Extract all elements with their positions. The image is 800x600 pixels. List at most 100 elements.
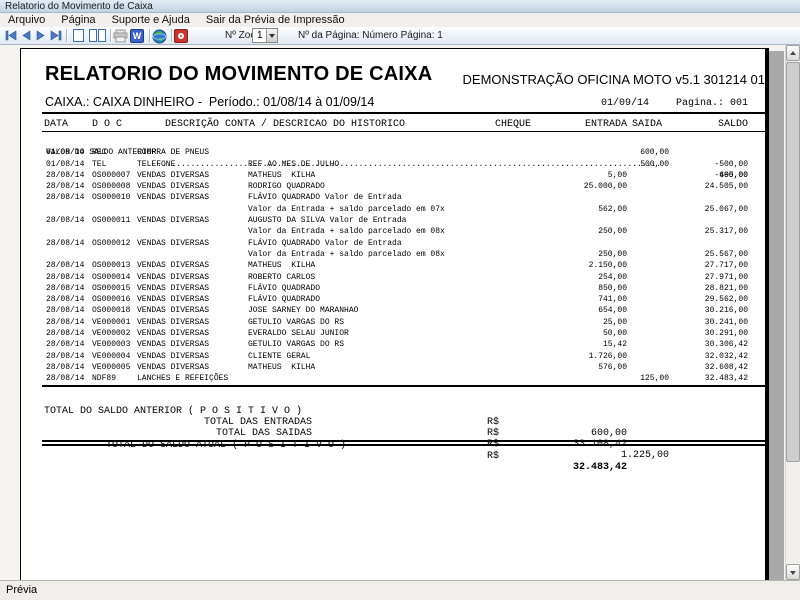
cell-saldo: 30.216,00 <box>642 305 748 316</box>
toolbar-separator <box>149 29 150 42</box>
cell-saldo: -500,00 <box>642 159 748 170</box>
single-page-view-button[interactable] <box>72 29 87 42</box>
cell-saldo: 28.821,00 <box>642 283 748 294</box>
two-page-view-button[interactable] <box>89 29 107 42</box>
cell-conta: VENDAS DIVERSAS <box>137 351 209 362</box>
zoom-dropdown-button[interactable] <box>266 29 277 42</box>
scroll-up-icon <box>790 51 796 55</box>
currency: R$ <box>487 451 499 462</box>
cell-date: 28/08/14 <box>46 373 84 384</box>
cell-saldo: 27.971,00 <box>642 272 748 283</box>
cell-doc: OS000010 <box>92 192 130 203</box>
cell-date: 01/08/14 <box>46 147 84 158</box>
divider <box>42 112 768 114</box>
web-button[interactable] <box>152 29 167 42</box>
report-row: 28/08/14NDF89LANCHES E REFEIÇÕES125,0032… <box>21 373 765 384</box>
toolbar: W Nº Zoom 1 Nº da Página: Número Página:… <box>0 27 800 45</box>
cell-entrada: 250,00 <box>521 226 627 237</box>
cell-saldo: 32.032,42 <box>642 351 748 362</box>
next-page-button[interactable] <box>34 29 49 42</box>
cell-doc: OS000011 <box>92 215 130 226</box>
cell-date: 28/08/14 <box>46 339 84 350</box>
divider <box>42 385 768 387</box>
cell-saldo: 29.562,00 <box>642 294 748 305</box>
cell-date: 28/08/14 <box>46 294 84 305</box>
cell-historico-2: Valor da Entrada + saldo parcelado em 07… <box>248 204 445 215</box>
close-preview-button[interactable] <box>174 29 188 43</box>
cell-conta: VENDAS DIVERSAS <box>137 362 209 373</box>
cell-conta: VENDAS DIVERSAS <box>137 328 209 339</box>
cell-entrada: 15,42 <box>521 339 627 350</box>
cell-historico: ROBERTO CARLOS <box>248 272 315 283</box>
cell-historico: REF AO MES DE JULHO <box>248 159 339 170</box>
report-row: 28/08/14OS000014VENDAS DIVERSASROBERTO C… <box>21 272 765 283</box>
cell-saldo: 30.241,00 <box>642 317 748 328</box>
cell-historico: MATHEUS KILHA <box>248 170 315 181</box>
two-page-icon <box>89 29 97 42</box>
scroll-up-button[interactable] <box>786 45 800 61</box>
menu-pagina[interactable]: Página <box>53 13 103 27</box>
cell-historico: GETULIO VARGAS DO RS <box>248 317 344 328</box>
print-button[interactable] <box>113 29 128 42</box>
cell-conta: VENDAS DIVERSAS <box>137 317 209 328</box>
cell-doc: OS000012 <box>92 238 130 249</box>
cell-conta: LANCHES E REFEIÇÕES <box>137 373 228 384</box>
divider <box>42 440 768 442</box>
scroll-down-icon <box>790 571 796 575</box>
report-row: 28/08/14OS000018VENDAS DIVERSASJOSE SARN… <box>21 305 765 316</box>
cell-doc: TEL <box>92 159 106 170</box>
cell-historico-2: Valor da Entrada + saldo parcelado em 08… <box>248 249 445 260</box>
menu-suporte-e-ajuda[interactable]: Suporte e Ajuda <box>104 13 198 27</box>
report-rows: VALOR DO SALDO ANTERIOR ................… <box>21 136 765 385</box>
cell-entrada: 576,00 <box>521 362 627 373</box>
toolbar-separator <box>66 29 67 42</box>
menu-arquivo[interactable]: Arquivo <box>0 13 53 27</box>
last-page-button[interactable] <box>49 29 64 42</box>
cell-date: 28/08/14 <box>46 260 84 271</box>
report-row: 28/08/14OS000008VENDAS DIVERSASRODRIGO Q… <box>21 181 765 192</box>
cell-date: 28/08/14 <box>46 351 84 362</box>
previous-page-button[interactable] <box>19 29 34 42</box>
cell-conta: VENDAS DIVERSAS <box>137 283 209 294</box>
cell-historico: MATHEUS KILHA <box>248 362 315 373</box>
cell-conta: VENDAS DIVERSAS <box>137 339 209 350</box>
report-row: 01/08/14TELTELEFONEREF AO MES DE JULHO50… <box>21 159 765 170</box>
cell-historico: JOSE SARNEY DO MARANHAO <box>248 305 358 316</box>
export-word-button[interactable]: W <box>130 29 144 43</box>
chevron-down-icon <box>269 34 275 38</box>
cell-historico: CLIENTE GERAL <box>248 351 310 362</box>
cell-saldo: 25.567,00 <box>642 249 748 260</box>
scrollbar-thumb[interactable] <box>786 62 800 462</box>
cell-doc: OS000016 <box>92 294 130 305</box>
report-row: Valor da Entrada + saldo parcelado em 07… <box>21 204 765 215</box>
cell-entrada: 1.726,00 <box>521 351 627 362</box>
cell-conta: VENDAS DIVERSAS <box>137 260 209 271</box>
cell-conta: VENDAS DIVERSAS <box>137 238 209 249</box>
page-info: Nº da Página: Número Página: 1 <box>298 30 443 41</box>
cell-saldo: 25.317,00 <box>642 226 748 237</box>
titlebar[interactable]: Relatorio do Movimento de Caixa <box>0 0 800 13</box>
cell-saldo: 30.306,42 <box>642 339 748 350</box>
cell-conta: VENDAS DIVERSAS <box>137 192 209 203</box>
vertical-scrollbar[interactable] <box>785 45 800 580</box>
menu-sair-da-previa[interactable]: Sair da Prévia de Impressão <box>198 13 353 27</box>
report-row: 28/08/14VE000005VENDAS DIVERSASMATHEUS K… <box>21 362 765 373</box>
cell-conta: VENDAS DIVERSAS <box>137 170 209 181</box>
col-data: DATA <box>44 119 68 130</box>
cell-historico: FLÁVIO QUADRADO <box>248 294 320 305</box>
scroll-down-button[interactable] <box>786 564 800 580</box>
divider <box>42 444 768 446</box>
cell-doc: REC <box>92 147 106 158</box>
cell-date: 28/08/14 <box>46 305 84 316</box>
cell-saldo: 30.291,00 <box>642 328 748 339</box>
zoom-select[interactable]: 1 <box>252 28 278 43</box>
cell-saldo: 27.717,00 <box>642 260 748 271</box>
cell-entrada: 850,00 <box>521 283 627 294</box>
cell-date: 28/08/14 <box>46 328 84 339</box>
cell-entrada: 2.150,00 <box>521 260 627 271</box>
cell-date: 28/08/14 <box>46 272 84 283</box>
cell-doc: OS000013 <box>92 260 130 271</box>
report-row: 01/08/14RECCOMPRA DE PNEUS600,00 <box>21 147 765 158</box>
first-page-button[interactable] <box>4 29 19 42</box>
cell-conta: VENDAS DIVERSAS <box>137 181 209 192</box>
